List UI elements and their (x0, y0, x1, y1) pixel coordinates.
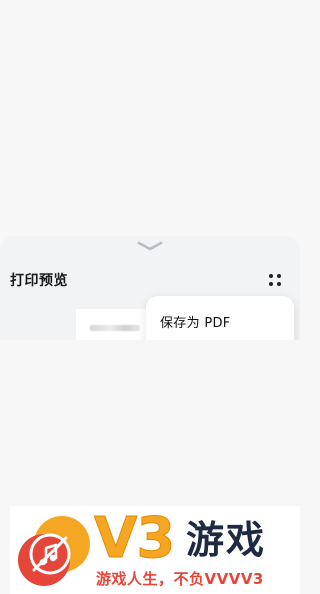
more-options-menu: 保存为 PDF (146, 296, 294, 340)
chevron-down-icon[interactable] (136, 240, 164, 252)
more-dots-icon[interactable] (264, 273, 286, 287)
page-blank-top (0, 0, 300, 238)
preview-text-line (90, 325, 140, 331)
menu-item-save-as-pdf[interactable]: 保存为 PDF (160, 312, 231, 331)
watermark-brand: V3 (93, 506, 175, 572)
watermark-slogan: 游戏人生，不负VVVV3 (96, 570, 264, 588)
page-blank-bottom (0, 340, 300, 506)
print-preview-sheet: 打印预览 保存为 PDF (0, 236, 300, 340)
sheet-title: 打印预览 (10, 273, 68, 289)
watermark-word: 游戏 (186, 518, 267, 562)
watermark-banner: V3 游戏 游戏人生，不负VVVV3 (10, 506, 300, 594)
v3-logo-icon (18, 516, 90, 586)
